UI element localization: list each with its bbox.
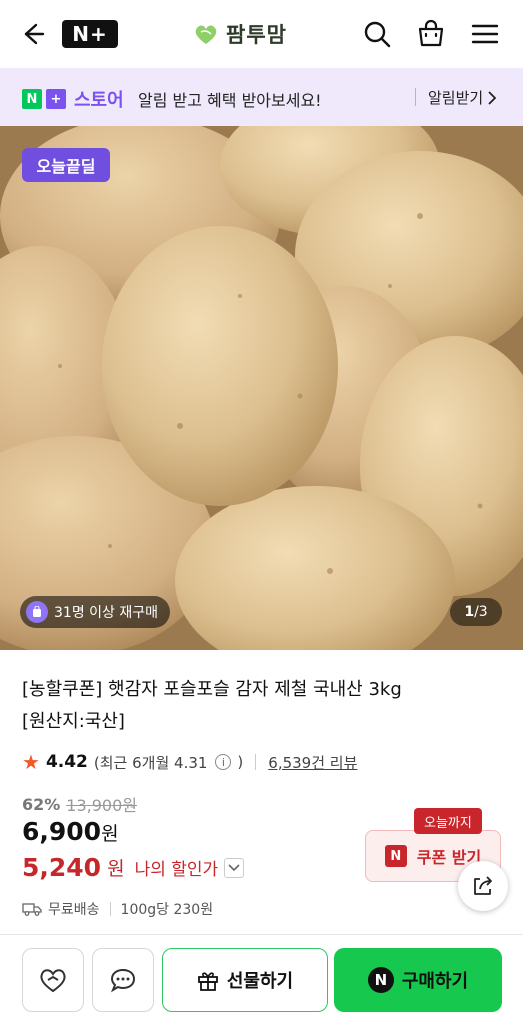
wishlist-button[interactable] (22, 948, 84, 1012)
discount-rate: 62% (22, 794, 61, 814)
plus-badge: + (46, 89, 66, 109)
nplus-logo[interactable]: N+ (62, 20, 118, 48)
potato-photo (0, 126, 523, 650)
naver-n-icon: N (367, 967, 394, 993)
chevron-right-icon (488, 90, 497, 105)
naver-n-badge: N (22, 89, 42, 109)
divider (415, 88, 416, 106)
my-discount-price[interactable]: 5,240 원 나의 할인가 (22, 853, 245, 882)
bottom-action-bar: 선물하기 N 구매하기 (0, 934, 523, 1024)
gift-button[interactable]: 선물하기 (162, 948, 328, 1012)
original-price: 13,900원 (66, 796, 138, 815)
notification-banner[interactable]: N + 스토어 알림 받고 혜택 받아보세요! 알림받기 (0, 68, 523, 126)
gift-icon (197, 972, 218, 991)
image-counter-total: /3 (474, 604, 488, 620)
rating-note-end: ) (237, 753, 244, 771)
repurchase-text: 31명 이상 재구매 (54, 605, 158, 621)
search-icon[interactable] (361, 18, 393, 50)
shipping-text: 무료배송 (48, 902, 100, 918)
product-title: [농할쿠폰] 햇감자 포슬포슬 감자 제철 국내산 3kg [원산지:국산] (22, 674, 502, 738)
repurchase-badge: 31명 이상 재구매 (20, 596, 170, 628)
my-price-label: 나의 할인가 (134, 860, 219, 880)
my-price-amount: 5,240 (22, 853, 102, 882)
store-logo[interactable]: 팜투맘 (192, 18, 287, 50)
menu-icon[interactable] (469, 18, 501, 50)
today-deal-badge: 오늘끝딜 (22, 148, 110, 182)
share-button[interactable] (458, 861, 508, 911)
rating-score: 4.42 (45, 752, 88, 772)
reviews-link[interactable]: 6,539건 리뷰 (268, 752, 357, 773)
notification-link[interactable]: 알림받기 (428, 87, 497, 108)
product-image[interactable] (0, 126, 523, 650)
gift-label: 선물하기 (226, 971, 294, 992)
sale-price-amount: 6,900 (22, 817, 102, 846)
discount-row: 62% 13,900원 (22, 792, 137, 816)
nstore-logo: N + 스토어 (22, 86, 124, 112)
rating-note: (최근 6개월 4.31 (93, 753, 208, 772)
heart-leaf-icon (195, 25, 217, 44)
share-icon (474, 876, 492, 895)
talk-button[interactable] (92, 948, 154, 1012)
heart-icon (40, 969, 66, 993)
buy-label: 구매하기 (401, 971, 469, 992)
bag-icon (26, 601, 48, 623)
product-title-line1: [농할쿠폰] 햇감자 포슬포슬 감자 제철 국내산 3kg (22, 679, 402, 700)
divider (255, 754, 257, 770)
sale-price: 6,900원 (22, 817, 119, 846)
banner-message: 알림 받고 혜택 받아보세요! (138, 91, 322, 110)
chat-icon (110, 968, 136, 993)
cart-icon[interactable] (415, 18, 447, 50)
coupon-deadline-tag: 오늘까지 (414, 808, 482, 834)
buy-button[interactable]: N 구매하기 (334, 948, 502, 1012)
chevron-down-icon[interactable] (224, 857, 245, 878)
star-icon: ★ (22, 750, 40, 774)
sale-price-unit: 원 (101, 823, 119, 845)
top-nav: N+ 팜투맘 (0, 0, 523, 68)
app: N+ 팜투맘 N + 스토어 알림 받고 혜택 받아보세요! 알림받기 오늘끝딜… (0, 0, 523, 1024)
store-text: 스토어 (74, 90, 124, 111)
my-price-unit: 원 (107, 858, 125, 880)
divider (109, 902, 111, 916)
truck-icon (22, 903, 42, 916)
unit-price: 100g당 230원 (120, 902, 214, 918)
image-counter-current: 1 (464, 604, 475, 620)
info-icon[interactable]: i (215, 754, 232, 770)
product-title-line2: [원산지:국산] (22, 711, 125, 732)
image-counter: 1/3 (450, 598, 502, 626)
rating-row: ★ 4.42 (최근 6개월 4.31 i ) 6,539건 리뷰 (22, 750, 357, 774)
naver-n-icon: N (384, 845, 407, 867)
notification-link-label: 알림받기 (428, 89, 484, 107)
shipping-row: 무료배송 100g당 230원 (22, 899, 213, 919)
back-arrow-icon[interactable] (18, 20, 46, 48)
logo-text: 팜투맘 (226, 23, 287, 47)
